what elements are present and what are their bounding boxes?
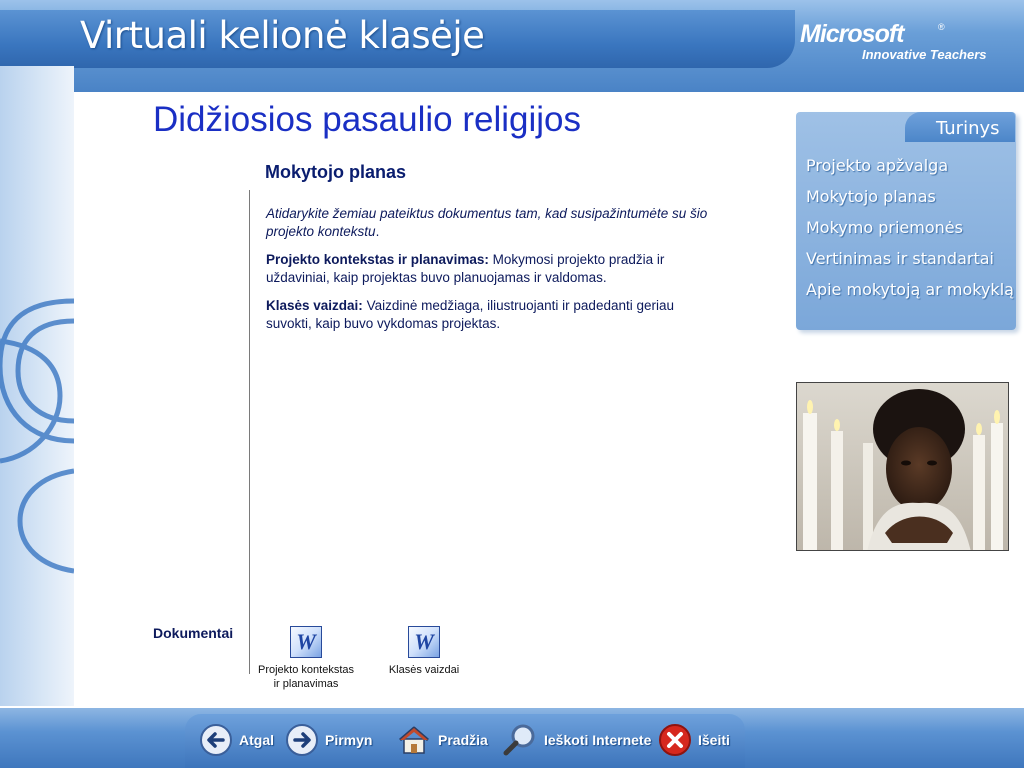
swirl-decoration (0, 298, 74, 574)
intro-period: . (375, 224, 380, 239)
document-label-line1[interactable]: Klasės vaizdai (370, 663, 478, 677)
word-doc-icon[interactable]: W (408, 626, 440, 658)
document-label[interactable]: Projekto kontekstas ir planavimas (247, 663, 365, 691)
magnifier-icon[interactable] (502, 723, 538, 757)
classroom-title: Klasės vaizdai: (266, 298, 363, 313)
photo-candles (796, 382, 1009, 551)
contents-menu: Projekto apžvalga Mokytojo planas Mokymo… (806, 156, 1014, 311)
home-button[interactable]: Pradžia (396, 722, 488, 758)
logo-subtitle: Innovative Teachers (862, 47, 987, 62)
logo-brand: Microsoft (800, 20, 904, 48)
back-label[interactable]: Atgal (239, 732, 274, 748)
context-title: Projekto kontekstas ir planavimas: (266, 252, 489, 267)
logo-registered-mark: ® (938, 22, 945, 32)
intro-text: Atidarykite žemiau pateiktus dokumentus … (266, 206, 708, 239)
exit-label[interactable]: Išeiti (698, 732, 730, 748)
section-heading: Mokytojo planas (265, 162, 407, 182)
word-doc-icon[interactable]: W (290, 626, 322, 658)
close-icon[interactable] (658, 723, 692, 757)
classroom-paragraph: Klasės vaizdai: Vaizdinė medžiaga, ilius… (266, 297, 721, 333)
menu-item-teacher-plan[interactable]: Mokytojo planas (806, 187, 1014, 218)
document-label-line2[interactable]: ir planavimas (247, 677, 365, 691)
intro-paragraph: Atidarykite žemiau pateiktus dokumentus … (266, 205, 721, 241)
home-icon[interactable] (396, 723, 432, 757)
menu-item-project-overview[interactable]: Projekto apžvalga (806, 156, 1014, 187)
vertical-divider (249, 190, 250, 674)
photo-illustration (797, 383, 1008, 550)
document-link-context[interactable]: W Projekto kontekstas ir planavimas (247, 626, 365, 691)
back-button[interactable]: Atgal (199, 722, 274, 758)
document-label-line1[interactable]: Projekto kontekstas (247, 663, 365, 677)
left-decor-strip (0, 66, 74, 706)
app-title: Virtuali kelionė klasėje (80, 14, 485, 57)
search-internet-button[interactable]: Ieškoti Internete (502, 722, 651, 758)
page-title: Didžiosios pasaulio religijos (153, 100, 581, 139)
menu-item-assessment-standards[interactable]: Vertinimas ir standartai (806, 249, 1014, 280)
contents-tab-label: Turinys (936, 118, 1000, 139)
microsoft-logo: Microsoft ® Innovative Teachers (800, 20, 1015, 80)
menu-item-about-teacher[interactable]: Apie mokytoją ar mokyklą (806, 280, 1014, 311)
exit-button[interactable]: Išeiti (658, 722, 730, 758)
arrow-right-icon[interactable] (285, 723, 319, 757)
arrow-left-icon[interactable] (199, 723, 233, 757)
menu-item-teaching-materials[interactable]: Mokymo priemonės (806, 218, 1014, 249)
forward-button[interactable]: Pirmyn (285, 722, 372, 758)
search-internet-label[interactable]: Ieškoti Internete (544, 732, 651, 748)
documents-label: Dokumentai (153, 625, 234, 641)
home-label[interactable]: Pradžia (438, 732, 488, 748)
document-label[interactable]: Klasės vaizdai (370, 663, 478, 677)
forward-label[interactable]: Pirmyn (325, 732, 372, 748)
context-paragraph: Projekto kontekstas ir planavimas: Mokym… (266, 251, 721, 287)
document-link-classroom[interactable]: W Klasės vaizdai (370, 626, 478, 677)
content-body: Atidarykite žemiau pateiktus dokumentus … (266, 205, 721, 343)
